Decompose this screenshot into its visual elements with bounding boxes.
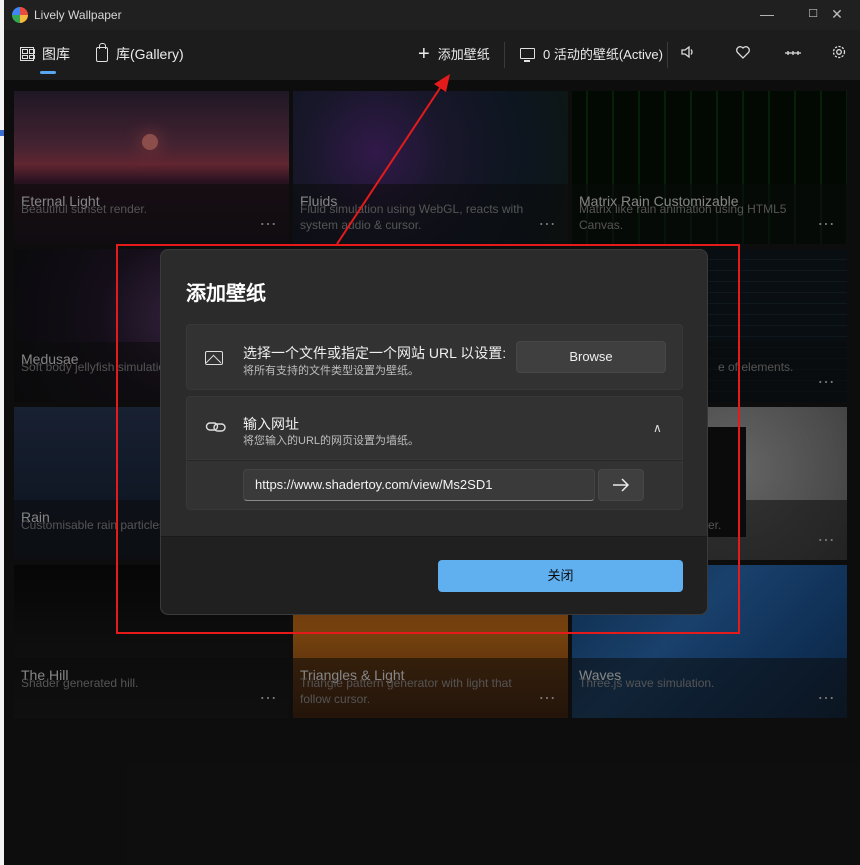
annotation-arrow-icon	[336, 74, 450, 245]
